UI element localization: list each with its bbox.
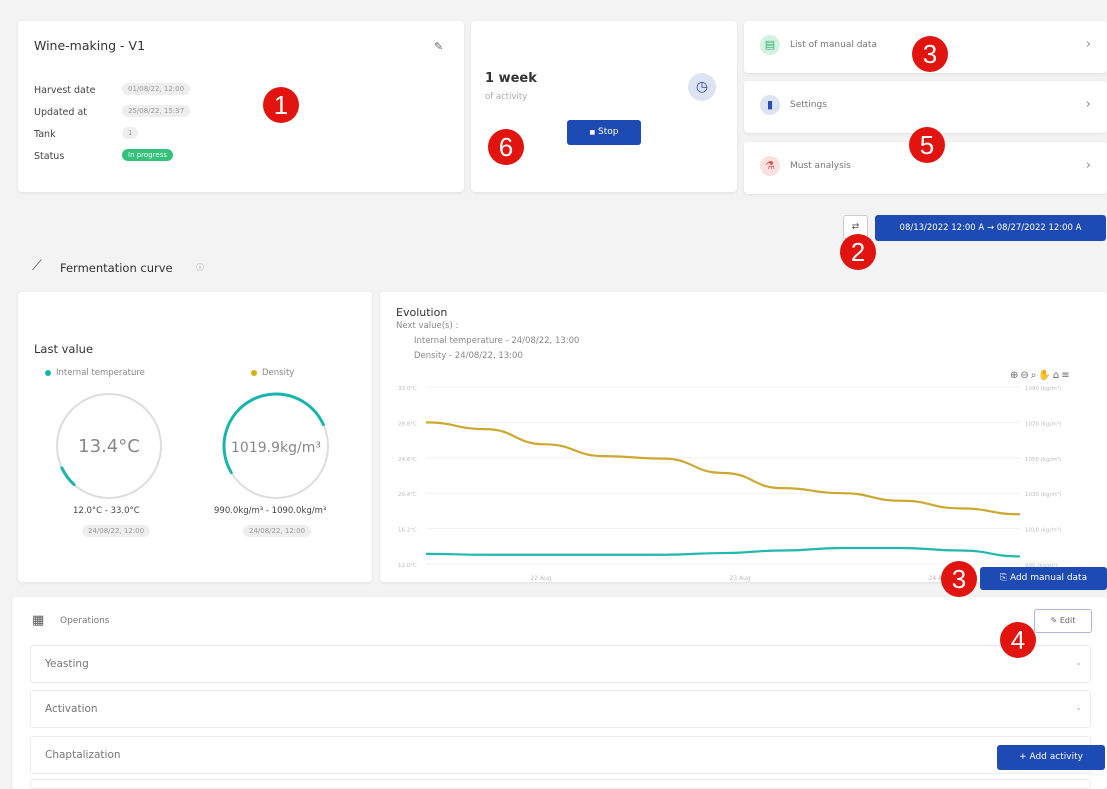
annotation-marker-1: 1 <box>263 87 299 123</box>
nav-item-label: Settings <box>790 100 827 110</box>
legend-temperature: Internal temperature <box>45 368 145 378</box>
y-tick-left: 33.0°C <box>398 386 417 392</box>
y-tick-left: 24.6°C <box>398 457 417 463</box>
clock-icon: ◷ <box>688 73 716 101</box>
density-range: 990.0kg/m³ - 1090.0kg/m³ <box>214 506 327 516</box>
date-range-button[interactable]: 08/13/2022 12:00 A → 08/27/2022 12:00 A <box>875 215 1106 241</box>
stop-button[interactable]: ■ Stop <box>567 120 641 145</box>
nav-item-settings[interactable]: ▮ Settings › <box>744 81 1107 133</box>
annotation-marker-5: 5 <box>909 127 945 163</box>
flask-icon: ⚗ <box>760 156 780 176</box>
harvest-date-value: 01/08/22, 12:00 <box>122 83 191 95</box>
last-value-card: Last value Internal temperature Density … <box>18 292 372 582</box>
nav-item-label: Must analysis <box>790 161 851 171</box>
operations-title: Operations <box>60 616 110 626</box>
chevron-down-icon: ⌄ <box>1075 658 1082 667</box>
harvest-date-row: Harvest date 01/08/22, 12:00 <box>34 83 191 96</box>
y-tick-left: 12.0°C <box>398 563 417 569</box>
legend-dot <box>45 369 51 376</box>
accordion-next[interactable] <box>30 779 1091 789</box>
temperature-value: 13.4°C <box>78 436 140 457</box>
nav-item-label: List of manual data <box>790 40 877 50</box>
status-row: Status In progress <box>34 149 173 162</box>
temperature-date: 24/08/22, 12:00 <box>82 525 151 537</box>
accordion-label: Yeasting <box>45 658 89 670</box>
density-date: 24/08/22, 12:00 <box>243 525 312 537</box>
pencil-icon: ✎ <box>1050 616 1058 625</box>
edit-button-label: Edit <box>1059 616 1076 625</box>
page-title: Wine-making - V1 <box>34 38 146 53</box>
series-line-density <box>425 421 1021 516</box>
book-icon: ▮ <box>760 95 780 115</box>
edit-button[interactable]: ✎ Edit <box>1034 609 1092 633</box>
y-tick-right: 1010 (kg/m³) <box>1025 527 1061 534</box>
status-badge: In progress <box>122 149 173 161</box>
summary-card: Wine-making - V1 ✎ Harvest date 01/08/22… <box>18 21 464 192</box>
activity-duration: 1 week <box>485 71 537 86</box>
legend-density: Density <box>251 368 294 378</box>
updated-at-label: Updated at <box>34 107 88 118</box>
evolution-card: Evolution Next value(s) : Internal tempe… <box>380 292 1107 590</box>
activity-card: 1 week of activity ◷ ■ Stop <box>471 21 737 192</box>
annotation-marker-6: 6 <box>488 129 524 165</box>
y-tick-left: 20.4°C <box>398 492 417 498</box>
tank-label: Tank <box>34 129 56 140</box>
y-tick-left: 28.8°C <box>398 421 417 427</box>
annotation-marker-3: 3 <box>912 36 948 72</box>
temperature-range: 12.0°C - 33.0°C <box>73 506 140 516</box>
harvest-date-label: Harvest date <box>34 85 96 96</box>
annotation-marker-4: 4 <box>1000 622 1036 658</box>
accordion-label: Activation <box>45 703 98 715</box>
x-tick: 22 Aug <box>530 575 551 582</box>
activity-subtitle: of activity <box>485 92 528 102</box>
accordion-yeasting[interactable]: Yeasting ⌄ <box>30 645 1091 683</box>
status-label: Status <box>34 151 65 162</box>
legend-dot <box>251 369 257 376</box>
info-icon[interactable]: ⓘ <box>196 262 204 273</box>
stop-button-label: Stop <box>598 127 619 137</box>
add-manual-data-button[interactable]: ⎘ Add manual data <box>980 567 1107 590</box>
tank-value: 1 <box>122 127 139 139</box>
series-line-internal-temperature <box>425 546 1021 558</box>
updated-at-row: Updated at 25/08/22, 15:37 <box>34 105 191 118</box>
accordion-label: Chaptalization <box>45 749 121 761</box>
chevron-right-icon: › <box>1085 158 1091 173</box>
chevron-right-icon: › <box>1085 37 1091 52</box>
chevron-down-icon: ⌄ <box>1075 703 1082 712</box>
evolution-chart: 33.0°C 1090 (kg/m³) 28.8°C 1070 (kg/m³) 24.6… <box>398 385 1061 582</box>
clipboard-icon: ▦ <box>32 613 45 628</box>
y-tick-right: 1030 (kg/m³) <box>1025 491 1061 498</box>
section-title: Fermentation curve <box>60 261 173 275</box>
pencil-icon[interactable]: ✎ <box>434 40 443 53</box>
y-tick-right: 1090 (kg/m³) <box>1025 385 1061 392</box>
chevron-right-icon: › <box>1085 97 1091 112</box>
temperature-gauge: 13.4°C <box>56 393 162 499</box>
updated-at-value: 25/08/22, 15:37 <box>122 105 191 117</box>
last-value-title: Last value <box>34 342 94 356</box>
add-manual-data-label: Add manual data <box>1009 573 1088 583</box>
annotation-marker-2: 2 <box>840 234 876 270</box>
add-data-icon: ⎘ <box>999 573 1008 583</box>
y-tick-left: 16.2°C <box>398 528 417 534</box>
y-tick-right: 1070 (kg/m³) <box>1025 420 1061 427</box>
stop-square-icon: ■ <box>589 129 596 136</box>
add-activity-button[interactable]: + Add activity <box>997 745 1105 770</box>
database-icon: ▤ <box>760 35 780 55</box>
accordion-activation[interactable]: Activation ⌄ <box>30 690 1091 728</box>
line-chart-icon: ⟋ <box>32 258 42 274</box>
density-gauge: 1019.9kg/m³ <box>222 392 329 499</box>
y-tick-right: 1050 (kg/m³) <box>1025 456 1061 463</box>
accordion-chaptalization[interactable]: Chaptalization <box>30 736 1091 774</box>
density-value: 1019.9kg/m³ <box>231 440 321 456</box>
tank-row: Tank 1 <box>34 127 139 140</box>
x-tick: 23 Aug <box>729 575 750 582</box>
annotation-marker-3: 3 <box>941 561 977 597</box>
